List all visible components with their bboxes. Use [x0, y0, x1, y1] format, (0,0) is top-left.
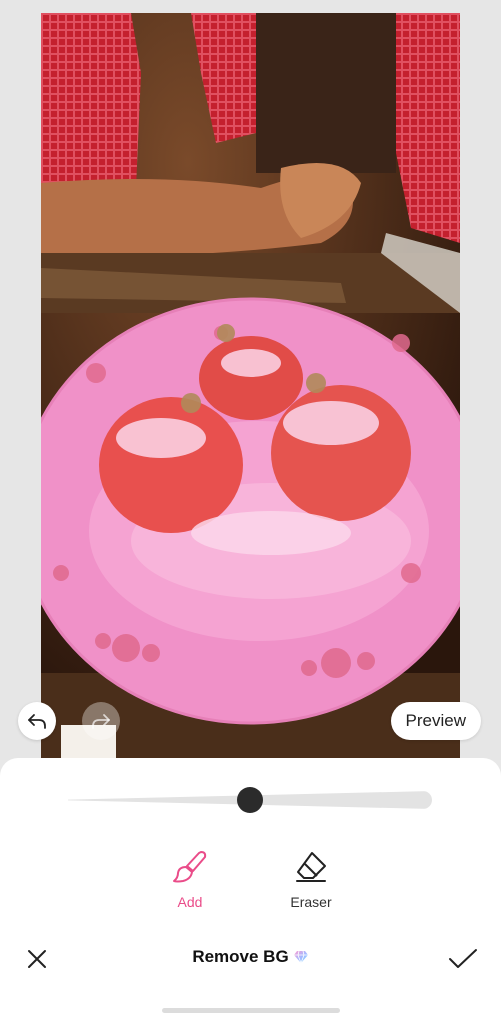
title-text: Remove BG: [192, 947, 289, 966]
add-tool-label: Add: [177, 894, 203, 910]
add-tool-button[interactable]: Add: [150, 848, 230, 910]
eraser-tool-label: Eraser: [290, 894, 332, 910]
redo-arrow-icon: [92, 714, 110, 729]
brush-icon: [170, 848, 210, 886]
checkmark-icon: [449, 949, 477, 968]
photo-with-selection-mask[interactable]: [41, 13, 460, 758]
slider-thumb[interactable]: [237, 787, 263, 813]
preview-button[interactable]: Preview: [390, 702, 481, 740]
eraser-tool-button[interactable]: Eraser: [271, 848, 351, 910]
screen-title: Remove BG: [0, 947, 501, 967]
photo-image: [41, 13, 460, 758]
undo-arrow-icon: [28, 714, 46, 729]
done-button[interactable]: [443, 942, 483, 976]
brush-size-slider[interactable]: [68, 787, 432, 813]
eraser-icon: [291, 848, 331, 886]
editor-canvas: Preview: [0, 0, 501, 760]
bottom-tool-sheet: Add Eraser Remove BG: [0, 758, 501, 1024]
premium-gem-icon: [293, 949, 309, 965]
home-indicator: [162, 1008, 340, 1013]
undo-button[interactable]: [18, 702, 56, 740]
redo-button[interactable]: [82, 702, 120, 740]
